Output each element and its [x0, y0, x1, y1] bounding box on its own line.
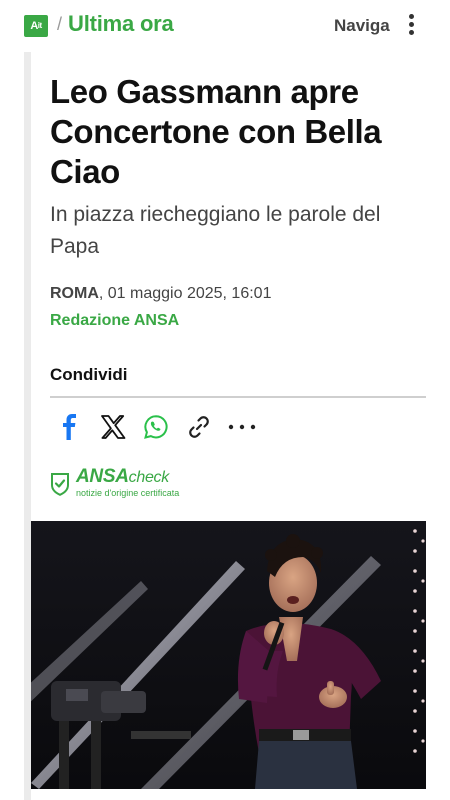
facebook-icon: [63, 414, 76, 440]
article-dateline: ROMA, 01 maggio 2025, 16:01: [50, 285, 271, 303]
more-share-button[interactable]: [225, 410, 259, 444]
naviga-menu-button[interactable]: Naviga: [334, 16, 390, 36]
dateline-location: ROMA: [50, 285, 99, 302]
breadcrumb-separator: /: [57, 14, 63, 34]
x-share-button[interactable]: [96, 410, 130, 444]
ansa-check-badge[interactable]: ANSAcheck notizie d'origine certificata: [50, 466, 200, 499]
dateline-date: , 01 maggio 2025, 16:01: [98, 285, 272, 302]
article-photo[interactable]: [31, 521, 426, 789]
ansa-logo[interactable]: Ait: [24, 15, 48, 37]
article-headline: Leo Gassmann apre Concertone con Bella C…: [50, 73, 382, 190]
concert-photo-illustration: [31, 521, 426, 789]
top-header: Ait / Ultima ora Naviga: [0, 0, 450, 52]
share-divider: [50, 396, 426, 398]
ansa-check-title: ANSAcheck: [76, 466, 169, 488]
whatsapp-share-button[interactable]: [139, 410, 173, 444]
article-author-link[interactable]: Redazione ANSA: [50, 312, 179, 330]
whatsapp-icon: [144, 415, 168, 439]
share-title: Condividi: [50, 365, 128, 384]
x-icon: [101, 415, 126, 439]
facebook-share-button[interactable]: [52, 410, 86, 444]
kebab-menu-icon[interactable]: [407, 14, 415, 38]
link-icon: [189, 416, 209, 438]
more-icon: [228, 424, 256, 430]
ansa-check-suffix: check: [128, 469, 170, 486]
article-subtitle: In piazza riecheggiano le parole del Pap…: [50, 203, 381, 258]
section-title-link[interactable]: Ultima ora: [68, 11, 174, 37]
logo-text: A: [30, 20, 38, 32]
shield-check-icon: [51, 473, 69, 496]
bottom-spacer: [31, 789, 450, 800]
ansa-check-brand: ANSA: [76, 466, 129, 487]
article-side-bar: [24, 52, 31, 800]
copy-link-button[interactable]: [182, 410, 216, 444]
ansa-check-tagline: notizie d'origine certificata: [76, 488, 180, 498]
share-buttons-row: [50, 410, 426, 446]
